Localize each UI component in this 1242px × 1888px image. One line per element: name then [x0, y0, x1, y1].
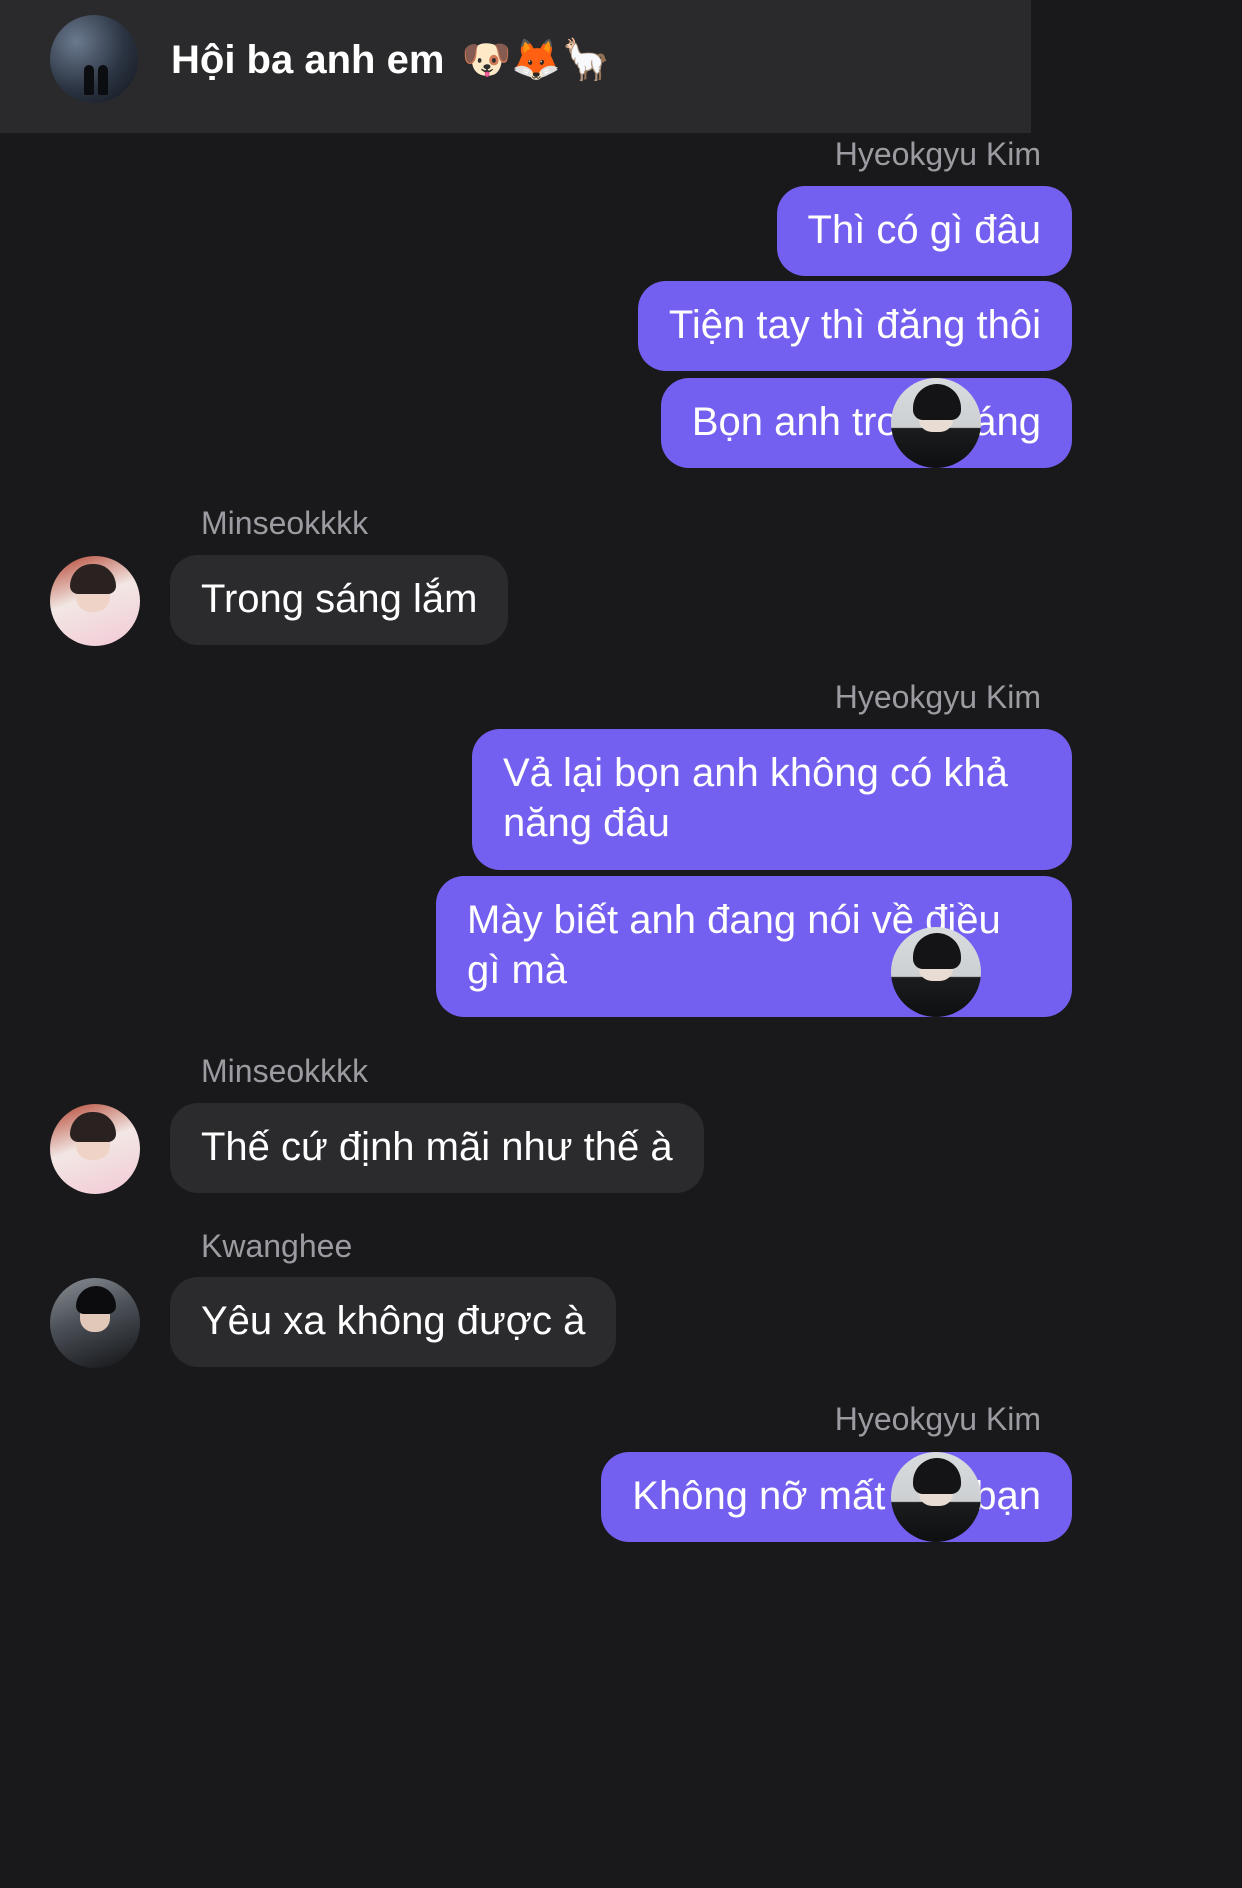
avatar-kwanghee[interactable] — [50, 1278, 140, 1368]
sender-name: Hyeokgyu Kim — [834, 679, 1041, 715]
avatar-hyeokgyu-kim[interactable] — [891, 927, 981, 1017]
group-emojis: 🐶🦊🦙 — [461, 38, 611, 82]
avatar-minseokkkk[interactable] — [50, 556, 140, 646]
message-bubble[interactable]: Mày biết anh đang nói về điều gì mà — [436, 876, 1072, 1017]
avatar-hyeokgyu-kim[interactable] — [891, 378, 981, 468]
message-bubble[interactable]: Vả lại bọn anh không có khả năng đâu — [472, 729, 1072, 870]
sender-name: Minseokkkk — [201, 1053, 369, 1089]
message-bubble[interactable]: Trong sáng lắm — [170, 555, 509, 645]
group-name: Hội ba anh em — [171, 38, 445, 82]
avatar-minseokkkk[interactable] — [50, 1104, 140, 1194]
chat-header: Hội ba anh em 🐶🦊🦙 — [0, 0, 1031, 133]
message-bubble[interactable]: Yêu xa không được à — [170, 1277, 617, 1367]
message-bubble[interactable]: Bọn anh trong sáng — [660, 378, 1072, 468]
message-bubble[interactable]: Tiện tay thì đăng thôi — [637, 281, 1072, 371]
group-avatar[interactable] — [50, 15, 138, 103]
avatar-hyeokgyu-kim[interactable] — [891, 1452, 981, 1542]
message-bubble[interactable]: Thế cứ định mãi như thế à — [170, 1103, 704, 1193]
group-title[interactable]: Hội ba anh em 🐶🦊🦙 — [171, 36, 611, 83]
sender-name: Minseokkkk — [201, 505, 369, 541]
sender-name: Hyeokgyu Kim — [834, 136, 1041, 172]
message-bubble[interactable]: Thì có gì đâu — [776, 186, 1072, 276]
sender-name: Kwanghee — [201, 1228, 353, 1264]
sender-name: Hyeokgyu Kim — [834, 1401, 1041, 1437]
message-bubble[interactable]: Không nỡ mất tình bạn — [601, 1452, 1072, 1542]
